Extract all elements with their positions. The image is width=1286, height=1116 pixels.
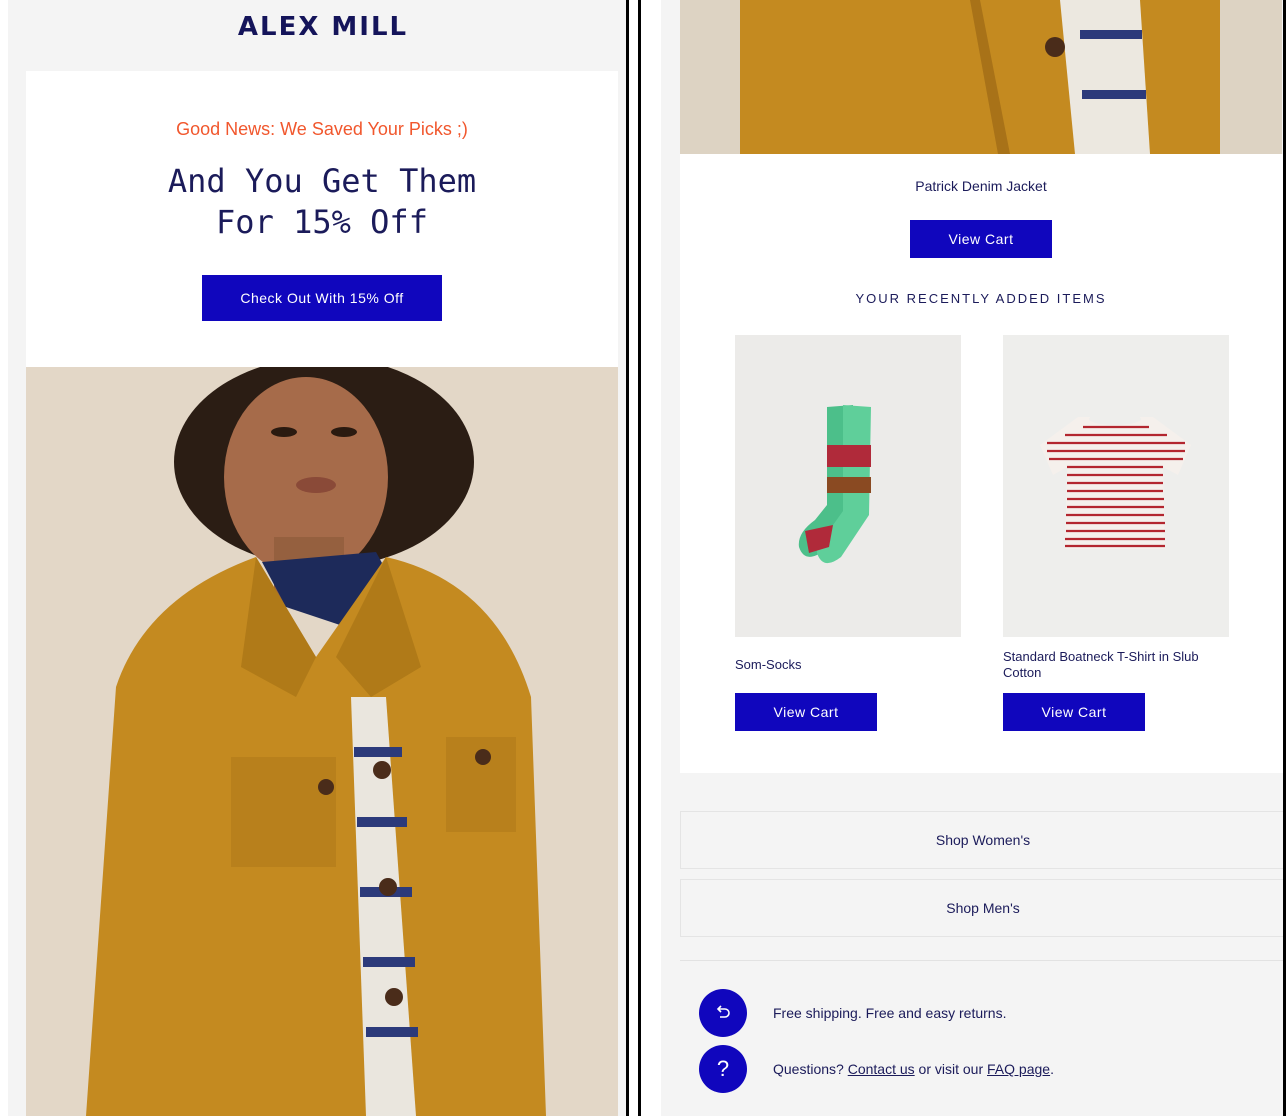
model-jacket-photo: [26, 367, 618, 1116]
email-left-view: ALEX MILL Good News: We Saved Your Picks…: [8, 0, 628, 1116]
shop-womens-link[interactable]: Shop Women's: [680, 811, 1286, 869]
headline-line-1: And You Get Them: [167, 162, 477, 200]
promo-card: Good News: We Saved Your Picks ;) And Yo…: [26, 71, 618, 367]
tshirt-image[interactable]: [1003, 335, 1229, 637]
recent-item-socks: Som-Socks View Cart: [735, 335, 961, 731]
view-cart-tshirt-button[interactable]: View Cart: [1003, 693, 1145, 731]
socks-image[interactable]: [735, 335, 961, 637]
checkout-discount-button[interactable]: Check Out With 15% Off: [202, 275, 442, 321]
promo-headline: And You Get Them For 15% Off: [26, 161, 618, 243]
shop-mens-link[interactable]: Shop Men's: [680, 879, 1286, 937]
footer-divider: [680, 960, 1286, 961]
jacket-closeup-photo: [680, 0, 1282, 154]
cart-card: Patrick Denim Jacket View Cart YOUR RECE…: [680, 154, 1286, 773]
jacket-closeup-image[interactable]: [680, 0, 1282, 154]
question-icon: ?: [699, 1045, 747, 1093]
view-cart-button[interactable]: View Cart: [910, 220, 1052, 258]
shipping-info: Free shipping. Free and easy returns.: [699, 989, 1006, 1037]
socks-photo: [735, 335, 961, 637]
hero-image[interactable]: [26, 367, 618, 1116]
questions-info: ? Questions? Contact us or visit our FAQ…: [699, 1045, 1054, 1093]
shipping-text: Free shipping. Free and easy returns.: [773, 1005, 1007, 1021]
brand-logo[interactable]: ALEX MILL: [8, 12, 628, 42]
recent-items-title: YOUR RECENTLY ADDED ITEMS: [855, 291, 1107, 306]
questions-prefix: Questions?: [773, 1061, 844, 1077]
promo-eyebrow: Good News: We Saved Your Picks ;): [176, 119, 468, 139]
questions-middle: or visit our: [918, 1061, 984, 1077]
recent-item-tshirt: Standard Boatneck T-Shirt in Slub Cotton…: [1003, 335, 1229, 731]
return-arrow-icon: [699, 989, 747, 1037]
tshirt-name[interactable]: Standard Boatneck T-Shirt in Slub Cotton: [1003, 649, 1229, 681]
featured-product-name[interactable]: Patrick Denim Jacket: [680, 178, 1282, 194]
questions-text: Questions? Contact us or visit our FAQ p…: [773, 1061, 1054, 1077]
panel-divider: [626, 0, 629, 1116]
questions-suffix: .: [1050, 1061, 1054, 1077]
faq-page-link[interactable]: FAQ page: [987, 1061, 1050, 1077]
view-cart-socks-button[interactable]: View Cart: [735, 693, 877, 731]
email-right-view: Patrick Denim Jacket View Cart YOUR RECE…: [661, 0, 1286, 1116]
tshirt-photo: [1003, 335, 1229, 637]
socks-name[interactable]: Som-Socks: [735, 657, 961, 673]
panel-divider: [638, 0, 641, 1116]
contact-us-link[interactable]: Contact us: [848, 1061, 915, 1077]
headline-line-2: For 15% Off: [216, 203, 428, 241]
